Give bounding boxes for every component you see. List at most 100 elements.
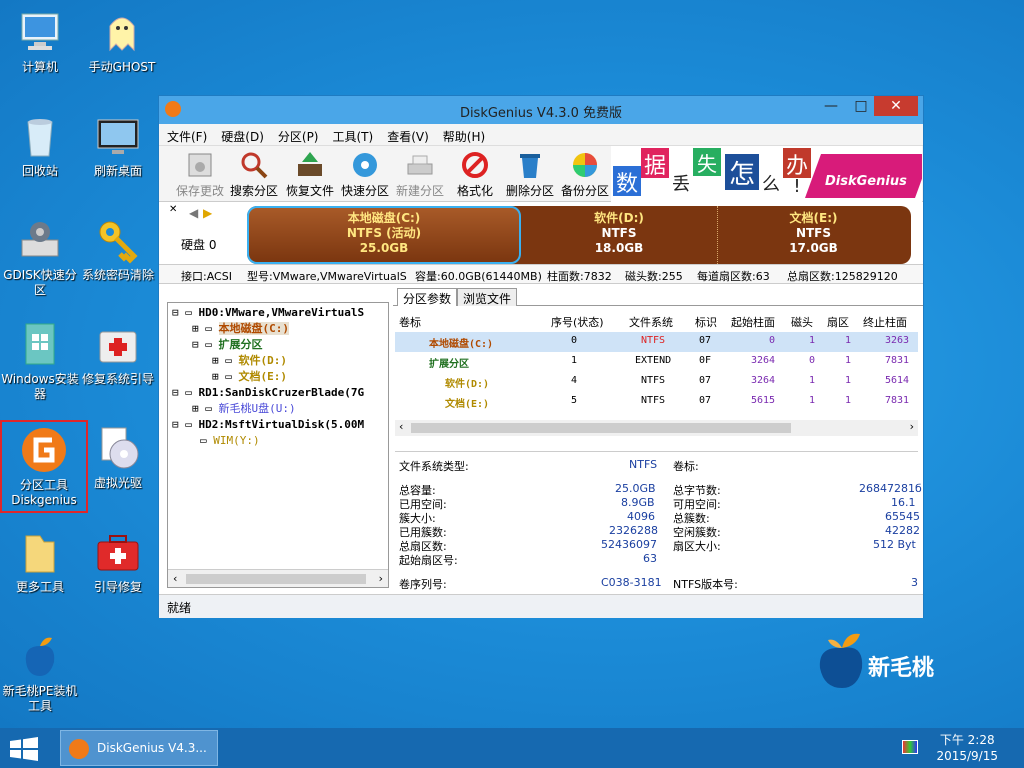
cell-end: 3263: [885, 335, 910, 346]
nav-back-icon[interactable]: ◀: [189, 206, 198, 220]
tree-node-extended[interactable]: ⊟ ▭ 扩展分区: [192, 337, 263, 353]
quick-partition-button[interactable]: 快速分区: [338, 150, 392, 199]
refresh-desktop-icon[interactable]: 刷新桌面: [78, 112, 158, 179]
taskbar-item-label: DiskGenius V4.3...: [97, 741, 207, 755]
more-tools-icon[interactable]: 更多工具: [0, 528, 80, 595]
partition-c-block[interactable]: 本地磁盘(C:) NTFS (活动) 25.0GB: [247, 206, 521, 264]
desktop-icon-label: 更多工具: [15, 580, 64, 594]
tree-node-u[interactable]: ⊞ ▭ 新毛桃U盘(U:): [192, 401, 296, 417]
password-clear-icon[interactable]: 系统密码清除: [78, 216, 158, 283]
col-start-cyl: 起始柱面: [731, 316, 775, 329]
cell-label: 本地磁盘(C:): [429, 339, 494, 350]
tree-node-hd0[interactable]: ⊟ ▭ HD0:VMware,VMwareVirtualS: [172, 305, 364, 321]
close-button[interactable]: ✕: [874, 96, 918, 116]
table-row[interactable]: 扩展分区 1 EXTEND 0F 3264 0 1 7831: [395, 352, 918, 372]
cell-id: 0F: [699, 355, 712, 366]
cell-head: 0: [809, 355, 816, 366]
maximize-button[interactable]: □: [846, 96, 876, 116]
partition-e-block[interactable]: 文档(E:) NTFS 17.0GB: [717, 206, 909, 264]
delete-icon: [515, 150, 545, 180]
toolbar: 保存更改 搜索分区 恢复文件 快速分区 新建分区 格式化 删除分区 备份分区 数…: [159, 146, 923, 202]
recycle-bin-icon[interactable]: 回收站: [0, 112, 80, 179]
fs-val: 63: [643, 552, 657, 565]
start-button[interactable]: [6, 736, 42, 762]
desktop-icon-label: Windows安装器: [1, 372, 79, 401]
menu-help[interactable]: 帮助(H): [435, 124, 491, 145]
table-row[interactable]: 本地磁盘(C:) 0 NTFS 07 0 1 1 3263: [395, 332, 918, 352]
diskgenius-icon[interactable]: 分区工具Diskgenius: [0, 420, 88, 513]
menu-file[interactable]: 文件(F): [159, 124, 213, 145]
disk-tree[interactable]: ⊟ ▭ HD0:VMware,VMwareVirtualS ⊞ ▭ 本地磁盘(C…: [167, 302, 389, 588]
status-bar: 就绪: [159, 594, 923, 618]
fs-type-value: NTFS: [629, 458, 658, 471]
cell-label: 文档(E:): [445, 399, 490, 410]
desktop-icon-label: 回收站: [21, 164, 58, 178]
diskgenius-logo-icon: [20, 426, 68, 474]
tree-hscrollbar[interactable]: ‹ ›: [168, 569, 388, 587]
disk-capacity: 容量:60.0GB(61440MB): [415, 270, 542, 283]
partition-table: 卷标 序号(状态) 文件系统 标识 起始柱面 磁头 扇区 终止柱面 本地磁盘(C…: [395, 310, 918, 440]
format-button[interactable]: 格式化: [448, 150, 502, 199]
gdisk-icon[interactable]: GDISK快速分区: [0, 216, 80, 298]
backup-partition-button[interactable]: 备份分区: [558, 150, 612, 199]
tree-node-e[interactable]: ⊞ ▭ 文档(E:): [212, 369, 287, 385]
toolbar-label: 备份分区: [560, 184, 609, 198]
network-tray-icon[interactable]: [902, 740, 918, 754]
fs-key: 扇区大小:: [673, 540, 721, 553]
tab-partition-params[interactable]: 分区参数: [397, 288, 458, 306]
col-id: 标识: [695, 316, 717, 329]
desktop-icon-label: 新毛桃PE装机工具: [2, 684, 78, 713]
desktop-icon-label: GDISK快速分区: [3, 268, 77, 297]
scroll-right-icon[interactable]: ›: [377, 572, 384, 585]
table-row[interactable]: 软件(D:) 4 NTFS 07 3264 1 1 5614: [395, 372, 918, 392]
boot-repair-icon[interactable]: 引导修复: [78, 528, 158, 595]
new-partition-button[interactable]: 新建分区: [393, 150, 447, 199]
partition-d-block[interactable]: 软件(D:) NTFS 18.0GB: [521, 206, 717, 264]
delete-partition-button[interactable]: 删除分区: [503, 150, 557, 199]
scroll-thumb[interactable]: [186, 574, 366, 584]
toolbox-icon: [94, 528, 142, 576]
tree-node-hd2[interactable]: ⊟ ▭ HD2:MsftVirtualDisk(5.00M: [172, 417, 364, 433]
clock[interactable]: 下午 2:28 2015/9/15: [936, 732, 998, 764]
scroll-left-icon[interactable]: ‹: [172, 572, 179, 585]
menu-tools[interactable]: 工具(T): [325, 124, 380, 145]
table-hscrollbar[interactable]: ‹ ›: [395, 420, 918, 436]
toolbar-label: 恢复文件: [285, 184, 334, 198]
title-bar[interactable]: DiskGenius V4.3.0 免费版 — □ ✕: [159, 96, 923, 124]
menu-partition[interactable]: 分区(P): [270, 124, 325, 145]
computer-icon[interactable]: 计算机: [0, 8, 80, 75]
virtual-drive-icon[interactable]: 虚拟光驱: [78, 424, 158, 491]
recover-files-button[interactable]: 恢复文件: [283, 150, 337, 199]
cell-end: 5614: [885, 375, 910, 386]
menu-disk[interactable]: 硬盘(D): [213, 124, 270, 145]
taskbar-item-diskgenius[interactable]: DiskGenius V4.3...: [60, 730, 218, 766]
cell-id: 07: [699, 335, 712, 346]
pe-installer-icon[interactable]: 新毛桃PE装机工具: [0, 632, 80, 714]
scroll-right-icon[interactable]: ›: [910, 420, 914, 433]
desktop-icon-label: 手动GHOST: [88, 60, 156, 74]
search-partition-button[interactable]: 搜索分区: [227, 150, 281, 199]
scroll-thumb[interactable]: [411, 423, 791, 433]
windows-installer-icon[interactable]: Windows安装器: [0, 320, 80, 402]
banner-char: 怎: [725, 154, 759, 190]
tree-node-y[interactable]: ▭ WIM(Y:): [200, 433, 260, 449]
table-row[interactable]: 文档(E:) 5 NTFS 07 5615 1 1 7831: [395, 392, 918, 412]
close-small-icon[interactable]: ✕: [169, 204, 177, 215]
clock-time: 下午 2:28: [939, 733, 995, 747]
scroll-left-icon[interactable]: ‹: [399, 420, 403, 433]
save-changes-button[interactable]: 保存更改: [173, 150, 227, 199]
tree-node-rd1[interactable]: ⊟ ▭ RD1:SanDiskCruzerBlade(7G: [172, 385, 364, 401]
col-label: 卷标: [399, 316, 421, 329]
tab-browse-files[interactable]: 浏览文件: [457, 288, 518, 306]
disk-cylinders: 柱面数:7832: [547, 270, 612, 283]
nav-forward-icon[interactable]: ▶: [203, 206, 212, 220]
menu-view[interactable]: 查看(V): [379, 124, 435, 145]
tree-node-c[interactable]: ⊞ ▭ 本地磁盘(C:): [192, 321, 289, 337]
cell-fs: NTFS: [641, 395, 666, 406]
tree-node-d[interactable]: ⊞ ▭ 软件(D:): [212, 353, 287, 369]
ghost-icon[interactable]: 手动GHOST: [82, 8, 162, 75]
ad-banner[interactable]: 数 据 丢 失 怎 么 办 ! DiskGenius: [611, 146, 922, 202]
repair-boot-icon[interactable]: 修复系统引导: [78, 320, 158, 387]
minimize-button[interactable]: —: [816, 96, 846, 116]
cell-label: 扩展分区: [429, 359, 469, 370]
